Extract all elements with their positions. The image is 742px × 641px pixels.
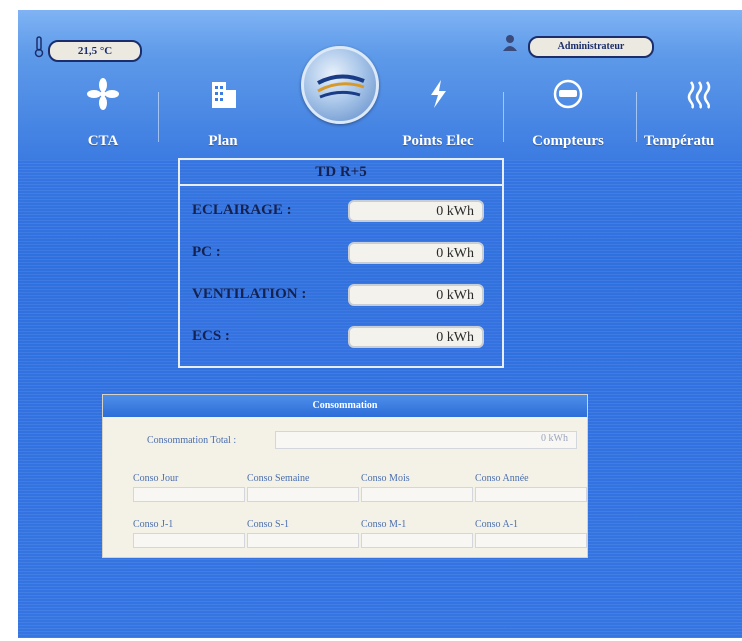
conso-value-field xyxy=(133,487,245,502)
conso-label: Conso Année xyxy=(475,473,529,484)
consommation-panel: Consommation Consommation Total : 0 kWh … xyxy=(102,394,588,558)
td-label: ECS : xyxy=(192,328,230,344)
conso-value-field xyxy=(133,533,245,548)
conso-label: Conso A-1 xyxy=(475,519,519,530)
conso-value-field xyxy=(475,487,587,502)
td-value-field: 0 kWh xyxy=(348,200,484,222)
conso-j-1: Conso J-1 xyxy=(133,519,245,548)
nav-divider xyxy=(636,92,637,142)
td-label: PC : xyxy=(192,244,221,260)
td-panel: TD R+5 ECLAIRAGE : 0 kWh PC : 0 kWh VENT… xyxy=(178,158,504,368)
building-icon xyxy=(212,82,236,108)
screen: 21,5 °C Administrateur CTA Plan Points E… xyxy=(18,10,742,638)
conso-value-field xyxy=(361,533,473,548)
conso-value-field xyxy=(247,533,359,548)
td-row-eclairage: ECLAIRAGE : 0 kWh xyxy=(192,200,492,226)
conso-annee: Conso Année xyxy=(475,473,587,502)
status-bar: 21,5 °C Administrateur xyxy=(18,32,742,66)
nav-item-cta[interactable]: CTA xyxy=(58,72,148,152)
top-bar: 21,5 °C Administrateur CTA Plan Points E… xyxy=(18,10,742,160)
conso-value-field xyxy=(475,533,587,548)
conso-total-field: 0 kWh xyxy=(275,431,577,449)
nav-item-plan[interactable]: Plan xyxy=(168,72,278,152)
conso-a-1: Conso A-1 xyxy=(475,519,587,548)
td-label: ECLAIRAGE : xyxy=(192,202,292,218)
nav-label-points-elec: Points Elec xyxy=(402,133,474,149)
nav-item-temperature[interactable]: Températu xyxy=(644,72,742,152)
nav-label-temperature: Températu xyxy=(644,133,715,149)
nav-item-points-elec[interactable]: Points Elec xyxy=(378,72,498,152)
td-value-field: 0 kWh xyxy=(348,242,484,264)
heat-icon xyxy=(687,81,711,109)
td-row-ventilation: VENTILATION : 0 kWh xyxy=(192,284,492,310)
nav-label-compteurs: Compteurs xyxy=(532,133,604,149)
main-nav: CTA Plan Points Elec Compteurs Températu xyxy=(18,72,742,152)
td-label: VENTILATION : xyxy=(192,286,307,302)
nav-item-compteurs[interactable]: Compteurs xyxy=(508,72,628,152)
conso-s-1: Conso S-1 xyxy=(247,519,359,548)
conso-label: Conso M-1 xyxy=(361,519,407,530)
conso-total-label: Consommation Total : xyxy=(147,435,237,446)
conso-value-field xyxy=(361,487,473,502)
consommation-title: Consommation xyxy=(103,395,587,417)
conso-label: Conso J-1 xyxy=(133,519,174,530)
conso-label: Conso Mois xyxy=(361,473,410,484)
thermometer-icon xyxy=(34,36,44,58)
td-row-pc: PC : 0 kWh xyxy=(192,242,492,268)
td-value-field: 0 kWh xyxy=(348,326,484,348)
conso-jour: Conso Jour xyxy=(133,473,245,502)
td-title: TD R+5 xyxy=(180,160,502,186)
temperature-display: 21,5 °C xyxy=(48,40,142,62)
conso-total-value: 0 kWh xyxy=(541,433,568,444)
conso-m-1: Conso M-1 xyxy=(361,519,473,548)
fan-icon xyxy=(87,78,119,110)
conso-label: Conso Jour xyxy=(133,473,179,484)
nav-label-cta: CTA xyxy=(87,133,119,149)
nav-divider xyxy=(158,92,159,142)
conso-label: Conso Semaine xyxy=(247,473,310,484)
nav-divider xyxy=(503,92,504,142)
lightning-icon xyxy=(431,80,446,108)
meter-icon xyxy=(553,79,583,109)
user-display[interactable]: Administrateur xyxy=(528,36,654,58)
conso-semaine: Conso Semaine xyxy=(247,473,359,502)
conso-value-field xyxy=(247,487,359,502)
conso-label: Conso S-1 xyxy=(247,519,289,530)
user-icon xyxy=(503,35,517,51)
td-value-field: 0 kWh xyxy=(348,284,484,306)
nav-label-plan: Plan xyxy=(208,133,238,149)
td-row-ecs: ECS : 0 kWh xyxy=(192,326,492,352)
conso-mois: Conso Mois xyxy=(361,473,473,502)
